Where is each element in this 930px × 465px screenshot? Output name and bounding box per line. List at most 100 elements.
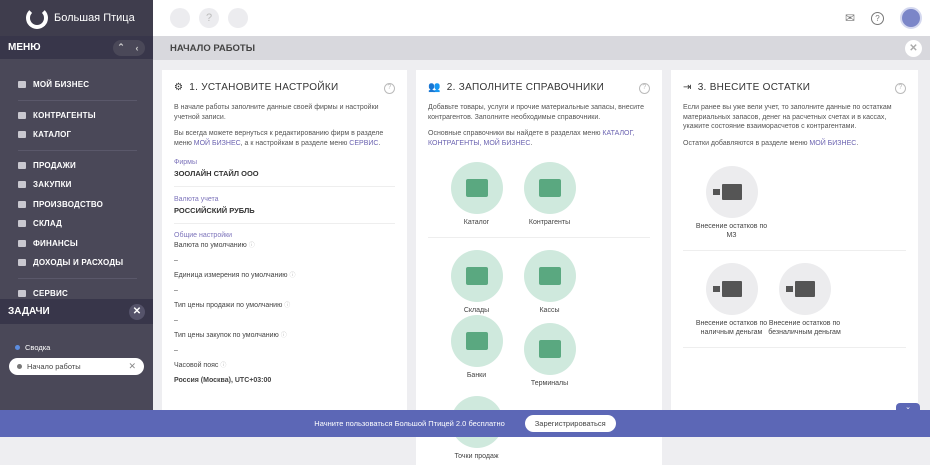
- menu-item-income-expenses[interactable]: ДОХОДЫ И РАСХОДЫ: [0, 253, 153, 273]
- tile-label: Терминалы: [531, 379, 568, 388]
- setting-label: Единица измерения по умолчанию ⓘ: [174, 271, 395, 281]
- link-my-business[interactable]: МОЙ БИЗНЕС: [194, 140, 241, 147]
- boxes-icon: [466, 267, 488, 285]
- service-icon: [18, 290, 26, 297]
- directories-card: 👥2. ЗАПОЛНИТЕ СПРАВОЧНИКИ? Добавьте това…: [416, 70, 662, 465]
- mail-icon[interactable]: ✉: [845, 11, 855, 25]
- help-icon[interactable]: ?: [895, 83, 906, 94]
- task-label: Начало работы: [27, 362, 81, 371]
- sidebar: Большая Птица МЕНЮ ⌃‹ МОЙ БИЗНЕС КОНТРАГ…: [0, 0, 153, 437]
- briefcase-icon: [18, 112, 26, 119]
- collapse-left-icon[interactable]: ‹: [129, 40, 145, 56]
- bank-icon: [18, 240, 26, 247]
- help-icon[interactable]: ?: [384, 83, 395, 94]
- wallet-import-icon: [722, 281, 742, 297]
- menu-item-sales[interactable]: ПРОДАЖИ: [0, 156, 153, 176]
- tile-inventory-balances[interactable]: Внесение остатков по МЗ: [695, 166, 768, 240]
- logo[interactable]: Большая Птица: [0, 0, 153, 36]
- general-settings-label[interactable]: Общие настройки: [174, 231, 395, 240]
- task-getting-started[interactable]: Начало работы ✕: [9, 358, 144, 375]
- tile-counterparties[interactable]: Контрагенты: [513, 162, 586, 227]
- factory-icon: [18, 201, 26, 208]
- tile-label: Кассы: [539, 306, 559, 315]
- menu-label: КОНТРАГЕНТЫ: [33, 111, 96, 120]
- help-icon[interactable]: ⓘ: [281, 333, 287, 339]
- help-icon[interactable]: ?: [199, 8, 219, 28]
- divider: [428, 237, 650, 238]
- tasks-title: ЗАДАЧИ: [8, 306, 50, 317]
- setting-label: Валюта по умолчанию ⓘ: [174, 241, 395, 251]
- help-icon[interactable]: ?: [639, 83, 650, 94]
- dot-icon: [17, 364, 22, 369]
- placeholder-button[interactable]: [170, 8, 190, 28]
- app-name: Большая Птица: [54, 12, 135, 24]
- currency-label[interactable]: Валюта учета: [174, 195, 395, 204]
- menu-item-production[interactable]: ПРОИЗВОДСТВО: [0, 195, 153, 215]
- text: Валюта по умолчанию: [174, 242, 247, 249]
- menu-item-my-business[interactable]: МОЙ БИЗНЕС: [0, 75, 153, 95]
- page-title-bar: НАЧАЛО РАБОТЫ✕: [153, 36, 930, 60]
- text: .: [530, 140, 532, 147]
- setting-value: –: [174, 316, 395, 325]
- help-icon[interactable]: ⓘ: [249, 243, 255, 249]
- card-title: 3. ВНЕСИТЕ ОСТАТКИ: [698, 82, 811, 94]
- basket-icon: [18, 162, 26, 169]
- divider: [18, 100, 137, 101]
- menu-label: ДОХОДЫ И РАСХОДЫ: [33, 258, 123, 267]
- intro-text: Добавьте товары, услуги и прочие материа…: [428, 103, 650, 122]
- menu-item-purchases[interactable]: ЗАКУПКИ: [0, 175, 153, 195]
- text: Основные справочники вы найдете в раздел…: [428, 130, 602, 137]
- avatar[interactable]: [900, 7, 922, 29]
- setting-value: –: [174, 346, 395, 355]
- text: , а к настройкам в разделе меню: [241, 140, 350, 147]
- tile-banks[interactable]: Банки: [440, 315, 513, 388]
- collapse-up-icon[interactable]: ⌃: [113, 40, 129, 56]
- tile-cash-registers[interactable]: Кассы: [513, 250, 586, 315]
- tile-noncash-balances[interactable]: Внесение остатков по безналичным деньгам: [768, 263, 841, 337]
- top-bar: ? ✉?: [153, 0, 930, 36]
- tile-terminals[interactable]: Терминалы: [513, 323, 586, 388]
- card-title: 1. УСТАНОВИТЕ НАСТРОЙКИ: [189, 82, 338, 94]
- setting-label: Тип цены продажи по умолчанию ⓘ: [174, 301, 395, 311]
- menu-item-counterparties[interactable]: КОНТРАГЕНТЫ: [0, 106, 153, 126]
- main-menu: МОЙ БИЗНЕС КОНТРАГЕНТЫ КАТАЛОГ ПРОДАЖИ З…: [0, 59, 153, 303]
- menu-label: ПРОИЗВОДСТВО: [33, 200, 103, 209]
- text: Тип цены закупок по умолчанию: [174, 332, 279, 339]
- link-service[interactable]: СЕРВИС: [349, 140, 378, 147]
- help-icon[interactable]: ⓘ: [220, 363, 226, 369]
- cash-register-icon: [539, 267, 561, 285]
- tile-catalog[interactable]: Каталог: [440, 162, 513, 227]
- tile-label: Банки: [467, 371, 486, 380]
- text: Остатки добавляются в разделе меню: [683, 140, 809, 147]
- tile-label: Точки продаж: [454, 452, 498, 461]
- divider: [683, 250, 906, 251]
- placeholder-button[interactable]: [228, 8, 248, 28]
- truck-icon: [18, 181, 26, 188]
- import-icon: [722, 184, 742, 200]
- menu-label: МОЙ БИЗНЕС: [33, 80, 89, 89]
- link-my-business[interactable]: МОЙ БИЗНЕС: [809, 140, 856, 147]
- ledger-icon: [18, 259, 26, 266]
- tile-cash-balances[interactable]: Внесение остатков по наличным деньгам: [695, 263, 768, 337]
- intro-text: В начале работы заполните данные своей ф…: [174, 103, 395, 122]
- help-icon[interactable]: ?: [871, 12, 884, 25]
- text: .: [856, 140, 858, 147]
- close-task-icon[interactable]: ✕: [128, 361, 136, 372]
- menu-item-catalog[interactable]: КАТАЛОГ: [0, 125, 153, 145]
- firm-value: ЗООЛАЙН СТАЙЛ ООО: [174, 169, 395, 187]
- register-button[interactable]: Зарегистрироваться: [525, 415, 616, 432]
- text: Единица измерения по умолчанию: [174, 272, 288, 279]
- close-tasks-icon[interactable]: ✕: [129, 304, 145, 320]
- help-icon[interactable]: ⓘ: [284, 303, 290, 309]
- sign-in-icon: ⇥: [683, 82, 692, 94]
- firm-label[interactable]: Фирмы: [174, 158, 395, 167]
- balances-card: ⇥3. ВНЕСИТЕ ОСТАТКИ? Если ранее вы уже в…: [671, 70, 918, 430]
- menu-item-warehouse[interactable]: СКЛАД: [0, 214, 153, 234]
- task-summary[interactable]: Сводка: [15, 343, 50, 352]
- help-icon[interactable]: ⓘ: [289, 273, 295, 279]
- menu-item-finance[interactable]: ФИНАНСЫ: [0, 234, 153, 254]
- close-icon[interactable]: ✕: [905, 40, 922, 57]
- banner-text: Начните пользоваться Большой Птицей 2.0 …: [314, 419, 504, 428]
- tile-warehouses[interactable]: Склады: [440, 250, 513, 315]
- setting-value: –: [174, 256, 395, 265]
